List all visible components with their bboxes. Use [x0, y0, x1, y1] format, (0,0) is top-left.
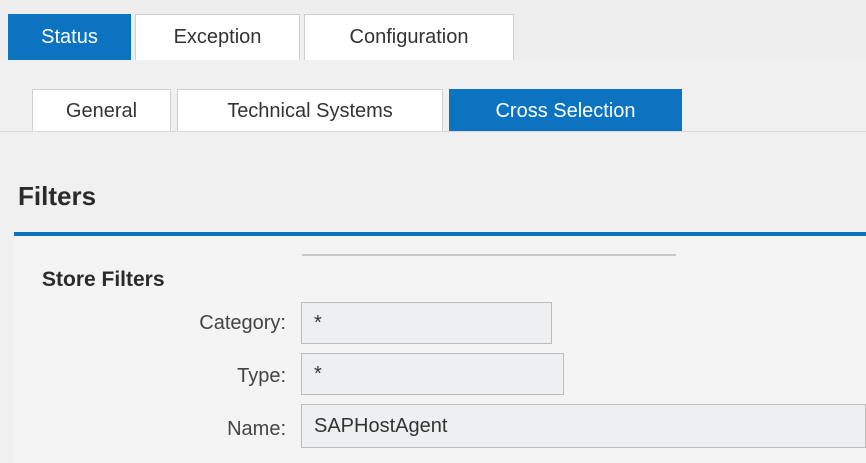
tab-exception-label: Exception: [173, 26, 262, 48]
filters-title: Filters: [18, 181, 97, 211]
category-field[interactable]: [301, 302, 552, 344]
tab-general-label: General: [65, 99, 138, 122]
tab-status[interactable]: Status: [8, 14, 131, 60]
type-field[interactable]: [301, 353, 564, 395]
tab-configuration[interactable]: Configuration: [304, 14, 514, 60]
tab-status-label: Status: [41, 26, 98, 48]
tab-cross-selection[interactable]: Cross Selection: [449, 89, 682, 132]
name-field[interactable]: [301, 404, 866, 448]
tab-exception[interactable]: Exception: [135, 14, 300, 60]
tab-technical-systems-label: Technical Systems: [227, 99, 393, 122]
type-label: Type:: [237, 365, 286, 387]
tab-technical-systems[interactable]: Technical Systems: [177, 89, 443, 132]
sub-tab-underline: [0, 131, 866, 132]
category-label: Category:: [199, 312, 286, 334]
tab-cross-selection-label: Cross Selection: [495, 99, 636, 122]
name-label: Name:: [227, 418, 286, 440]
panel-divider: [302, 254, 676, 256]
page: Status Exception Configuration General T…: [0, 0, 866, 463]
store-filters-title: Store Filters: [42, 268, 165, 291]
tab-general[interactable]: General: [32, 89, 171, 132]
top-tab-bar: Status Exception Configuration: [0, 0, 866, 60]
tab-configuration-label: Configuration: [349, 26, 469, 48]
